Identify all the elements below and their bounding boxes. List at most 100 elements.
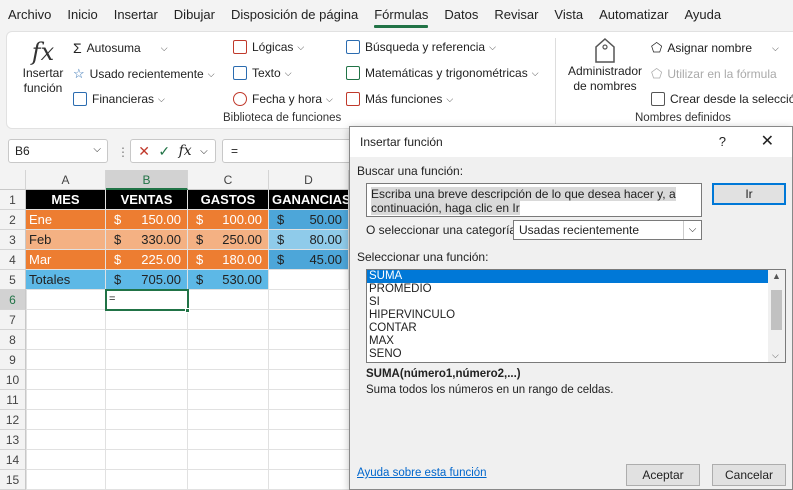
close-icon[interactable]: ✕ (761, 127, 774, 157)
row-header[interactable]: 9 (0, 350, 26, 370)
cell-ventas[interactable]: $330.00 (106, 230, 188, 250)
cell-empty[interactable] (269, 270, 349, 290)
list-item[interactable]: SI (367, 296, 785, 309)
list-scrollbar[interactable]: ▲ ⌵ (768, 270, 785, 362)
function-list[interactable]: SUMA PROMEDIO SI HIPERVINCULO CONTAR MAX… (366, 269, 786, 363)
cell-gastos[interactable]: $250.00 (188, 230, 269, 250)
confirm-icon[interactable]: ✓ (158, 143, 170, 160)
row-header[interactable]: 7 (0, 310, 26, 330)
tab-dibujar[interactable]: Dibujar (166, 0, 223, 30)
lookup-button[interactable]: Búsqueda y referencia ⌵ (346, 40, 496, 54)
text-button[interactable]: Texto ⌵ (233, 66, 292, 80)
logical-button[interactable]: Lógicas ⌵ (233, 40, 304, 54)
cell-value: 100.00 (222, 212, 262, 227)
scroll-up-icon[interactable]: ▲ (772, 271, 781, 281)
math-icon (346, 66, 360, 80)
header-cell-ventas[interactable]: VENTAS (106, 190, 188, 210)
cell-month[interactable]: Mar (26, 250, 106, 270)
list-item[interactable]: HIPERVINCULO (367, 309, 785, 322)
datetime-button[interactable]: Fecha y hora ⌵ (233, 92, 333, 106)
row-header[interactable]: 13 (0, 430, 26, 450)
list-item[interactable]: PROMEDIO (367, 283, 785, 296)
name-manager-button[interactable]: Administrador de nombres (563, 37, 647, 94)
fx-icon[interactable]: fx (179, 143, 192, 159)
tab-insertar[interactable]: Insertar (106, 0, 166, 30)
autosum-button[interactable]: Σ Autosuma ⌵ (73, 40, 168, 56)
function-help-link[interactable]: Ayuda sobre esta función (357, 467, 487, 479)
column-header-b[interactable]: B (106, 170, 188, 190)
row-header[interactable]: 2 (0, 210, 26, 230)
cell-gastos[interactable]: $100.00 (188, 210, 269, 230)
fill-handle[interactable] (185, 308, 190, 313)
column-header-d[interactable]: D (269, 170, 349, 190)
currency-symbol: $ (196, 272, 204, 287)
create-from-selection-button[interactable]: Crear desde la selección (651, 92, 793, 106)
row-header[interactable]: 15 (0, 470, 26, 490)
header-cell-ganancias[interactable]: GANANCIAS (269, 190, 349, 210)
ok-button[interactable]: Aceptar (626, 464, 700, 486)
cell-month[interactable]: Ene (26, 210, 106, 230)
scroll-thumb[interactable] (771, 290, 782, 330)
tab-archivo[interactable]: Archivo (0, 0, 59, 30)
list-item[interactable]: SENO (367, 348, 785, 361)
tab-inicio[interactable]: Inicio (59, 0, 105, 30)
cell-total-ventas[interactable]: $705.00 (106, 270, 188, 290)
cell-total-gastos[interactable]: $530.00 (188, 270, 269, 290)
recent-button[interactable]: ☆ Usado recientemente ⌵ (73, 66, 215, 82)
column-header-c[interactable]: C (188, 170, 269, 190)
row-header[interactable]: 12 (0, 410, 26, 430)
use-in-formula-button[interactable]: ⬠ Utilizar en la fórmula (651, 66, 777, 82)
row-header[interactable]: 1 (0, 190, 26, 210)
scroll-down-icon[interactable]: ⌵ (772, 350, 779, 361)
row-header[interactable]: 14 (0, 450, 26, 470)
help-button[interactable]: ? (719, 127, 726, 157)
cell-ganancias[interactable]: $50.00 (269, 210, 349, 230)
define-name-button[interactable]: ⬠ Asignar nombre ⌵ (651, 40, 779, 56)
tab-automatizar[interactable]: Automatizar (591, 0, 676, 30)
name-box[interactable]: B6 ⌵ (8, 139, 108, 163)
column-header-a[interactable]: A (26, 170, 106, 190)
search-input[interactable]: Escriba una breve descripción de lo que … (366, 183, 702, 217)
header-cell-mes[interactable]: MES (26, 190, 106, 210)
cell-ventas[interactable]: $225.00 (106, 250, 188, 270)
math-button[interactable]: Matemáticas y trigonométricas ⌵ (346, 66, 539, 80)
header-cell-gastos[interactable]: GASTOS (188, 190, 269, 210)
cancel-icon[interactable]: ✕ (138, 143, 150, 160)
chevron-down-icon[interactable]: ⌵ (200, 146, 208, 157)
dialog-titlebar[interactable]: Insertar función ? ✕ (350, 127, 792, 157)
cancel-button[interactable]: Cancelar (712, 464, 786, 486)
clock-icon (233, 92, 247, 106)
tab-revisar[interactable]: Revisar (486, 0, 546, 30)
row-header[interactable]: 5 (0, 270, 26, 290)
insert-function-button[interactable]: fx Insertar función (15, 38, 71, 96)
cell-gastos[interactable]: $180.00 (188, 250, 269, 270)
go-button[interactable]: Ir (712, 183, 786, 205)
cell-totals-label[interactable]: Totales (26, 270, 106, 290)
chevron-down-icon: ⌵ (207, 68, 215, 79)
row-header[interactable]: 4 (0, 250, 26, 270)
list-item[interactable]: MAX (367, 335, 785, 348)
cell-ganancias[interactable]: $80.00 (269, 230, 349, 250)
active-cell-b6[interactable]: = (105, 289, 189, 311)
row-header[interactable]: 3 (0, 230, 26, 250)
row-header[interactable]: 6 (0, 290, 26, 310)
tab-formulas[interactable]: Fórmulas (366, 0, 436, 30)
financial-button[interactable]: Financieras ⌵ (73, 92, 165, 106)
tab-disposicion[interactable]: Disposición de página (223, 0, 366, 30)
cell-month[interactable]: Feb (26, 230, 106, 250)
tab-vista[interactable]: Vista (546, 0, 591, 30)
more-functions-button[interactable]: Más funciones ⌵ (346, 92, 453, 106)
select-all-corner[interactable] (0, 170, 26, 190)
row-header[interactable]: 8 (0, 330, 26, 350)
list-item[interactable]: SUMA (367, 270, 768, 283)
tab-datos[interactable]: Datos (436, 0, 486, 30)
list-item[interactable]: CONTAR (367, 322, 785, 335)
cell-value: 250.00 (222, 232, 262, 247)
select-function-label: Seleccionar una función: (357, 250, 489, 264)
cell-ventas[interactable]: $150.00 (106, 210, 188, 230)
row-header[interactable]: 11 (0, 390, 26, 410)
tab-ayuda[interactable]: Ayuda (676, 0, 729, 30)
row-header[interactable]: 10 (0, 370, 26, 390)
cell-ganancias[interactable]: $45.00 (269, 250, 349, 270)
category-select[interactable]: Usadas recientemente ⌵ (513, 220, 702, 240)
